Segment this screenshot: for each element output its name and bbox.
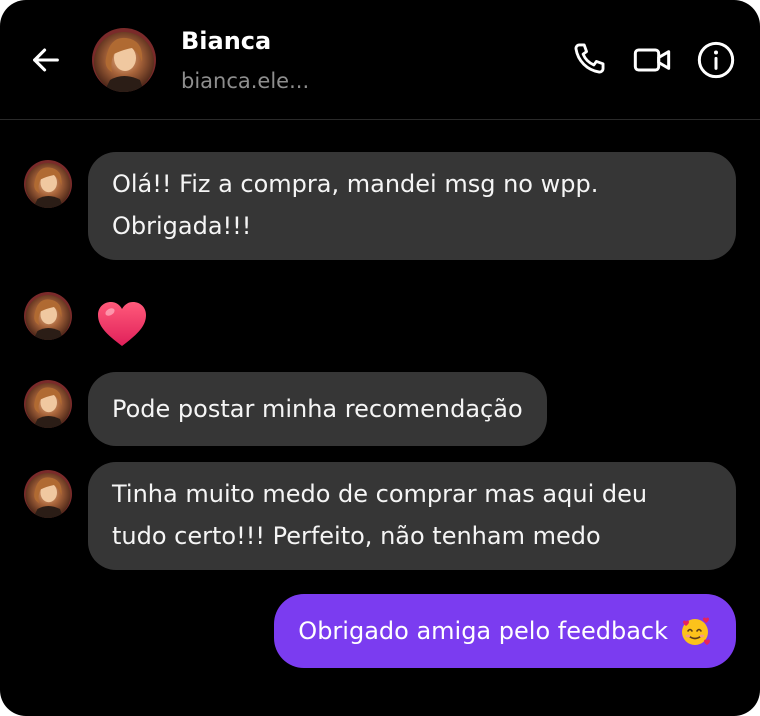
sender-avatar[interactable] — [24, 380, 72, 428]
message-text: Obrigado amiga pelo feedback — [298, 617, 668, 645]
video-camera-icon — [633, 48, 671, 72]
heart-icon — [98, 302, 146, 346]
message-text: Tinha muito medo de comprar mas aqui deu — [112, 480, 648, 508]
chat-header: Bianca bianca.ele... — [0, 0, 760, 120]
message-text: Pode postar minha recomendação — [112, 395, 523, 423]
sent-message[interactable]: Obrigado amiga pelo feedback — [274, 594, 736, 668]
video-call-button[interactable] — [632, 40, 672, 80]
arrow-left-icon — [33, 48, 59, 72]
avatar-image — [24, 380, 72, 428]
back-button[interactable] — [26, 40, 66, 80]
message-text: Olá!! Fiz a compra, mandei msg no wpp. — [112, 170, 599, 198]
heart-emoji-message[interactable] — [96, 300, 148, 348]
received-message[interactable]: Olá!! Fiz a compra, mandei msg no wpp. O… — [88, 152, 736, 260]
received-message[interactable]: Tinha muito medo de comprar mas aqui deu… — [88, 462, 736, 570]
sender-avatar[interactable] — [24, 160, 72, 208]
sender-avatar[interactable] — [24, 470, 72, 518]
received-message[interactable]: Pode postar minha recomendação — [88, 372, 547, 446]
avatar-image — [24, 160, 72, 208]
message-text: Obrigada!!! — [112, 212, 252, 240]
voice-call-button[interactable] — [568, 40, 608, 80]
phone-icon — [574, 43, 605, 74]
message-text: tudo certo!!! Perfeito, não tenham medo — [112, 522, 601, 550]
contact-avatar[interactable] — [92, 28, 156, 92]
sender-avatar[interactable] — [24, 292, 72, 340]
contact-handle: bianca.ele... — [181, 69, 310, 93]
smiling-face-with-hearts-icon — [682, 617, 710, 645]
conversation-info-button[interactable] — [696, 40, 736, 80]
contact-name[interactable]: Bianca — [181, 27, 271, 55]
avatar-image — [24, 292, 72, 340]
info-icon — [697, 41, 735, 79]
avatar-image — [24, 470, 72, 518]
avatar-image — [92, 28, 156, 92]
chat-window: Bianca bianca.ele... Olá!! Fiz a compra,… — [0, 0, 760, 716]
